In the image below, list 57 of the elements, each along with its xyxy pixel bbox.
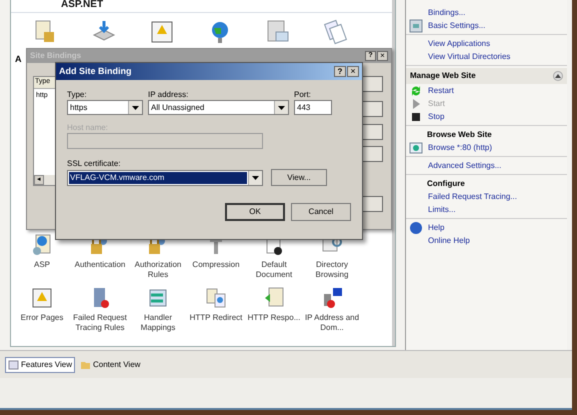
feature-label[interactable]: Authentication xyxy=(71,260,129,270)
ip-address-dropdown[interactable]: All Unassigned xyxy=(148,100,289,115)
help-button[interactable]: ? xyxy=(334,66,346,77)
action-link[interactable]: Advanced Settings... xyxy=(428,160,502,172)
section-heading: Configure xyxy=(426,178,466,190)
warning-page-icon xyxy=(149,19,175,45)
documents-icon xyxy=(323,19,349,45)
view-button[interactable]: View... xyxy=(271,169,327,186)
action-link[interactable]: View Virtual Directories xyxy=(428,50,510,62)
feature-label[interactable]: IP Address and Dom... xyxy=(303,313,361,333)
close-button[interactable]: × xyxy=(377,51,388,61)
action-link[interactable]: Browse *:80 (http) xyxy=(428,142,492,154)
action-link[interactable]: Limits... xyxy=(428,204,456,216)
feature-label[interactable]: Authorization Rules xyxy=(129,260,187,280)
warning-page-icon xyxy=(30,286,54,310)
feature-label[interactable]: HTTP Redirect xyxy=(187,313,245,323)
group-label: A xyxy=(15,54,22,64)
field-label: Type: xyxy=(67,89,88,100)
action-link[interactable]: Help xyxy=(428,222,444,234)
action-link[interactable]: Online Help xyxy=(428,234,470,246)
feature-label[interactable]: Error Pages xyxy=(13,313,71,323)
folder-icon xyxy=(80,360,91,370)
field-label: IP address: xyxy=(148,89,190,100)
feature-label[interactable]: Directory Browsing xyxy=(303,260,361,280)
features-icon xyxy=(8,360,19,370)
feature-label[interactable]: Failed Request Tracing Rules xyxy=(71,313,129,333)
group-title: ASP.NET xyxy=(61,0,104,12)
redirect-icon xyxy=(204,286,228,310)
field-label: SSL certificate: xyxy=(67,158,122,169)
action-link[interactable]: Failed Request Tracing... xyxy=(428,190,517,202)
field-label: Port: xyxy=(294,89,312,100)
feature-label[interactable]: Compression xyxy=(187,260,245,270)
browser-icon xyxy=(409,140,423,154)
action-link[interactable]: Basic Settings... xyxy=(428,20,486,32)
close-button[interactable]: × xyxy=(347,66,359,77)
action-link[interactable]: Bindings... xyxy=(428,6,466,18)
type-dropdown[interactable]: https xyxy=(67,100,143,115)
collapse-icon[interactable] xyxy=(553,71,563,81)
cancel-button[interactable]: Cancel xyxy=(291,203,351,221)
dialog-title: Add Site Binding xyxy=(59,64,132,78)
port-field[interactable]: 443 xyxy=(294,100,332,115)
feature-label[interactable]: HTTP Respo... xyxy=(245,313,303,323)
view-tab[interactable]: Features View xyxy=(5,356,75,372)
ok-button[interactable]: OK xyxy=(225,203,285,221)
feature-label[interactable]: Default Document xyxy=(245,260,303,280)
action-link[interactable]: View Applications xyxy=(428,38,490,50)
section-title: Manage Web Site xyxy=(410,70,476,82)
action-link[interactable]: Stop xyxy=(428,110,444,122)
feature-label[interactable]: Handler Mappings xyxy=(129,313,187,333)
view-tab[interactable]: Content View xyxy=(77,356,144,372)
ssl-certificate-dropdown[interactable]: VFLAG-VCM.vmware.com xyxy=(67,170,263,186)
action-link[interactable]: Restart xyxy=(428,84,454,96)
feature-label[interactable]: ASP xyxy=(13,260,71,270)
section-header[interactable]: Manage Web Site xyxy=(406,68,567,84)
restart-icon xyxy=(409,84,423,98)
settings-page-icon xyxy=(409,18,423,32)
section-heading: Browse Web Site xyxy=(426,129,493,141)
